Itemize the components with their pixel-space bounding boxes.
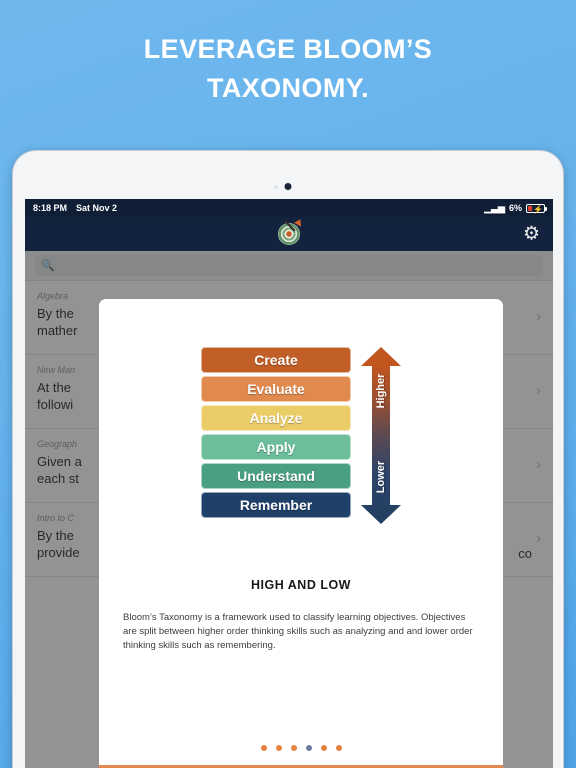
device-screen: 8:18 PM Sat Nov 2 ▁▃▅ 6% ⚡ ⚙ 🔍 <box>25 199 553 768</box>
page-dot[interactable] <box>335 745 342 751</box>
taxonomy-level-apply: Apply <box>201 434 351 460</box>
blooms-taxonomy-graphic: Create Evaluate Analyze Apply Understand… <box>123 299 479 524</box>
status-bar-right: ▁▃▅ 6% ⚡ <box>484 202 547 214</box>
gear-icon[interactable]: ⚙ <box>523 225 540 244</box>
target-dart-icon <box>278 217 304 245</box>
taxonomy-level-remember: Remember <box>201 492 351 518</box>
page-indicator <box>99 745 503 765</box>
ambient-sensor-icon <box>274 185 278 189</box>
promo-headline: LEVERAGE BLOOM’S TAXONOMY. <box>0 30 576 108</box>
onboarding-modal: Create Evaluate Analyze Apply Understand… <box>99 299 503 768</box>
page-dot[interactable] <box>320 745 327 751</box>
taxonomy-levels: Create Evaluate Analyze Apply Understand… <box>201 347 351 524</box>
promo-headline-line2: TAXONOMY. <box>206 73 370 103</box>
arrow-head-down-icon <box>361 505 401 524</box>
dart-tip-icon <box>294 217 304 227</box>
promo-headline-line1: LEVERAGE BLOOM’S <box>143 34 433 64</box>
status-bar: 8:18 PM Sat Nov 2 ▁▃▅ 6% ⚡ <box>25 199 553 217</box>
arrow-head-up-icon <box>361 347 401 366</box>
modal-caption-title: HIGH AND LOW <box>251 578 351 592</box>
battery-fill <box>528 205 532 211</box>
page-dot[interactable] <box>260 745 267 751</box>
charging-bolt-icon: ⚡ <box>533 204 543 214</box>
front-camera-icon <box>284 183 292 190</box>
taxonomy-level-evaluate: Evaluate <box>201 376 351 402</box>
page-dot[interactable] <box>275 745 282 751</box>
battery-percent-label: 6% <box>508 203 522 213</box>
app-nav-bar: ⚙ <box>25 217 553 251</box>
modal-caption-body: Bloom’s Taxonomy is a framework used to … <box>123 612 473 651</box>
arrow-label-higher: Higher <box>375 373 387 409</box>
wifi-icon: ▁▃▅ <box>484 202 505 213</box>
page-dot-active[interactable] <box>305 745 312 751</box>
taxonomy-level-create: Create <box>201 347 351 373</box>
battery-icon: ⚡ <box>526 203 547 214</box>
modal-body: Create Evaluate Analyze Apply Understand… <box>99 299 503 745</box>
status-bar-left: 8:18 PM Sat Nov 2 <box>33 203 117 213</box>
arrow-label-lower: Lower <box>375 460 387 494</box>
order-arrow-icon: Higher Lower <box>361 347 401 524</box>
ipad-device-frame: 8:18 PM Sat Nov 2 ▁▃▅ 6% ⚡ ⚙ 🔍 <box>12 150 564 768</box>
taxonomy-level-understand: Understand <box>201 463 351 489</box>
page-dot[interactable] <box>290 745 297 751</box>
taxonomy-level-analyze: Analyze <box>201 405 351 431</box>
status-date: Sat Nov 2 <box>76 203 118 213</box>
status-time: 8:18 PM <box>33 203 68 213</box>
